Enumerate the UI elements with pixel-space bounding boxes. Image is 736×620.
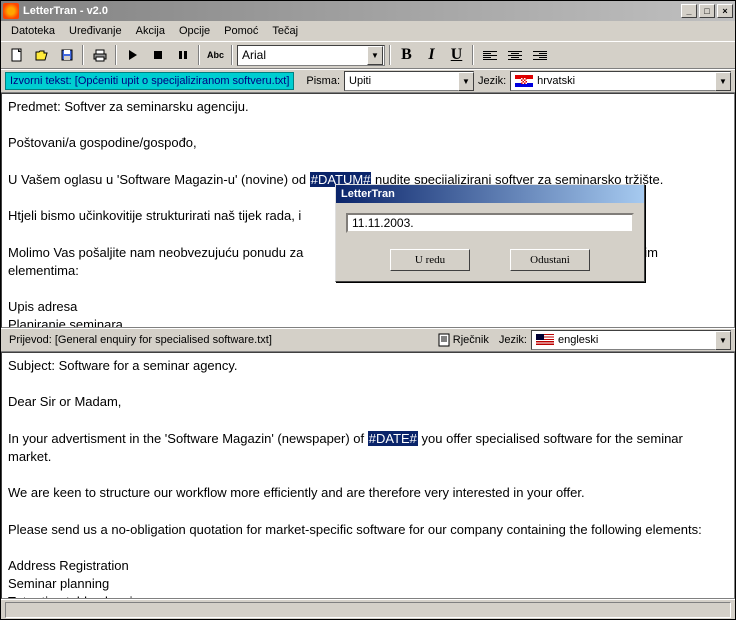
tr-line: Address Registration — [8, 557, 728, 575]
tr-line: Please send us a no-obligation quotation… — [8, 521, 728, 539]
menu-akcija[interactable]: Akcija — [130, 23, 171, 39]
minimize-button[interactable]: _ — [681, 4, 697, 18]
chevron-down-icon: ▼ — [715, 331, 731, 350]
status-bar — [1, 599, 735, 619]
chevron-down-icon: ▼ — [715, 72, 731, 91]
flag-hr-icon — [515, 75, 533, 87]
menu-pomoc[interactable]: Pomoć — [218, 23, 264, 39]
italic-button[interactable]: I — [420, 44, 443, 66]
window-title: LetterTran - v2.0 — [23, 5, 681, 17]
src-line: Poštovani/a gospodine/gospođo, — [8, 134, 728, 152]
translation-text-pane[interactable]: Subject: Software for a seminar agency. … — [1, 352, 735, 599]
source-lang-select[interactable]: hrvatski ▼ — [510, 71, 731, 91]
src-line: Predmet: Softver za seminarsku agenciju. — [8, 98, 728, 116]
date-placeholder-tr[interactable]: #DATE# — [368, 431, 418, 446]
date-input-dialog: LetterTran U redu Odustani — [335, 184, 645, 282]
book-icon — [438, 333, 450, 347]
open-button[interactable] — [30, 44, 53, 66]
flag-us-icon — [536, 334, 554, 346]
translation-header: Prijevod: [General enquiry for specialis… — [1, 328, 735, 352]
dialog-title: LetterTran — [336, 185, 644, 203]
jezik-label-translation: Jezik: — [499, 334, 527, 346]
tr-line: In your advertisment in the 'Software Ma… — [8, 430, 728, 466]
dictionary-button[interactable]: Rječnik — [432, 331, 495, 349]
font-value: Arial — [242, 48, 266, 62]
source-header: Izvorni tekst: [Općeniti upit o specijal… — [1, 69, 735, 93]
jezik-label-source: Jezik: — [478, 75, 506, 87]
tr-line: Subject: Software for a seminar agency. — [8, 357, 728, 375]
src-line: Planiranje seminara — [8, 316, 728, 328]
titlebar: LetterTran - v2.0 _ □ × — [1, 1, 735, 21]
translation-file-label: Prijevod: [General enquiry for specialis… — [5, 332, 276, 348]
target-lang-value: engleski — [558, 334, 598, 346]
target-lang-select[interactable]: engleski ▼ — [531, 330, 731, 350]
pisma-select[interactable]: Upiti ▼ — [344, 71, 474, 91]
cancel-button[interactable]: Odustani — [510, 249, 590, 271]
app-icon — [3, 3, 19, 19]
save-button[interactable] — [55, 44, 78, 66]
bold-button[interactable]: B — [395, 44, 418, 66]
menubar: Datoteka Uređivanje Akcija Opcije Pomoć … — [1, 21, 735, 41]
new-button[interactable] — [5, 44, 28, 66]
dict-label: Rječnik — [453, 334, 489, 346]
menu-opcije[interactable]: Opcije — [173, 23, 216, 39]
date-input[interactable] — [346, 213, 634, 233]
align-center-button[interactable] — [503, 44, 526, 66]
ok-button[interactable]: U redu — [390, 249, 470, 271]
tr-line: We are keen to structure our workflow mo… — [8, 484, 728, 502]
play-button[interactable] — [121, 44, 144, 66]
tr-line: Dear Sir or Madam, — [8, 393, 728, 411]
pisma-value: Upiti — [349, 75, 371, 87]
font-select[interactable]: Arial ▼ — [237, 45, 385, 66]
source-file-label: Izvorni tekst: [Općeniti upit o specijal… — [5, 72, 294, 90]
align-right-button[interactable] — [528, 44, 551, 66]
underline-button[interactable]: U — [445, 44, 468, 66]
stop-button[interactable] — [146, 44, 169, 66]
tr-line: Seminar planning — [8, 575, 728, 593]
pause-button[interactable] — [171, 44, 194, 66]
toolbar: Abc Arial ▼ B I U — [1, 41, 735, 69]
close-button[interactable]: × — [717, 4, 733, 18]
pisma-label: Pisma: — [306, 75, 340, 87]
chevron-down-icon: ▼ — [458, 72, 474, 91]
main-window: LetterTran - v2.0 _ □ × Datoteka Uređiva… — [0, 0, 736, 620]
menu-tecaj[interactable]: Tečaj — [266, 23, 304, 39]
chevron-down-icon: ▼ — [367, 46, 383, 65]
maximize-button[interactable]: □ — [699, 4, 715, 18]
abc-button[interactable]: Abc — [204, 44, 227, 66]
menu-datoteka[interactable]: Datoteka — [5, 23, 61, 39]
menu-uredivanje[interactable]: Uređivanje — [63, 23, 128, 39]
print-button[interactable] — [88, 44, 111, 66]
align-left-button[interactable] — [478, 44, 501, 66]
src-line: Upis adresa — [8, 298, 728, 316]
source-lang-value: hrvatski — [537, 75, 575, 87]
